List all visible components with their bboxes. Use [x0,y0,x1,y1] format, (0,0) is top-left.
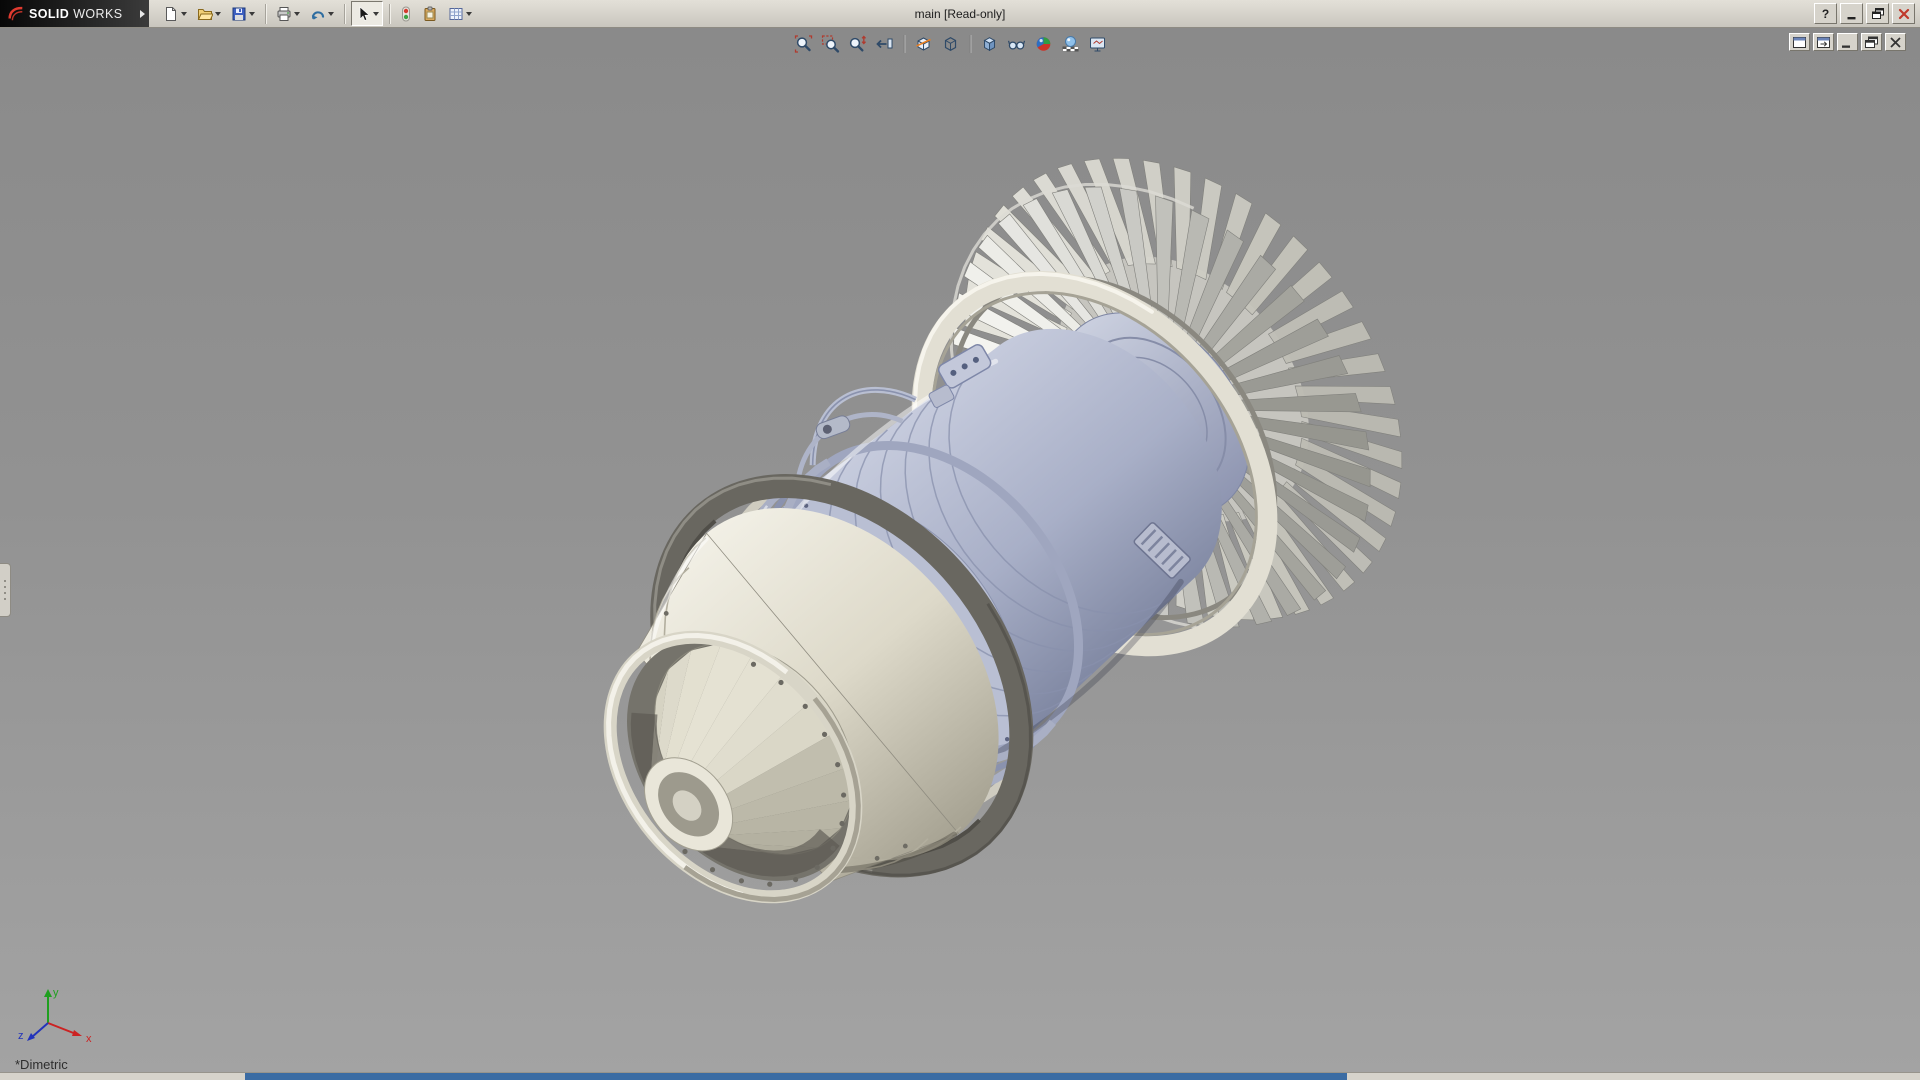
status-bar [0,1072,1920,1080]
selection-filter-button[interactable] [396,1,416,26]
view-orientation-label: *Dimetric [15,1057,68,1072]
restore-icon [1871,7,1885,21]
close-document-button[interactable] [1885,33,1906,51]
triad-z-label: z [18,1030,24,1042]
engine-model [0,27,1920,1073]
minimize-icon [1845,7,1859,21]
apply-scene-icon [1062,35,1080,53]
undo-icon [310,6,326,22]
previous-view-icon [876,35,894,53]
restore-document-icon [1864,36,1879,49]
status-progress-segment [245,1073,1347,1080]
close-document-icon [1888,36,1903,49]
help-button[interactable]: ? [1814,3,1837,24]
zoom-in-out-icon [849,35,867,53]
dropdown-caret[interactable] [249,12,255,16]
toolbar-separator [344,4,345,24]
titlebar: SOLID WORKS [0,0,1920,28]
view-orientation-button[interactable] [940,33,962,55]
splitter-dot [4,580,6,582]
previous-view-button[interactable] [874,33,896,55]
triad-x-arrow [72,1030,82,1036]
save-button[interactable] [227,1,259,26]
toolbar-separator [904,35,905,53]
design-binder-icon [422,6,438,22]
help-label: ? [1822,7,1829,21]
save-icon [231,6,247,22]
splitter-dot [4,598,6,600]
triad-y-label: y [53,987,59,999]
view-orientation-icon [942,35,960,53]
restore-button[interactable] [1866,3,1889,24]
splitter-dot [4,592,6,594]
orientation-triad: x y z [14,983,106,1051]
options-button[interactable] [444,1,476,26]
new-document-button[interactable] [159,1,191,26]
display-style-icon [981,35,999,53]
view-toolbar [793,33,1109,55]
open-button[interactable] [193,1,225,26]
edit-appearance-button[interactable] [1033,33,1055,55]
triad-x-label: x [86,1033,92,1045]
window-controls: ? [1814,3,1915,24]
window-menu-icon [1792,36,1807,49]
select-cursor-icon [355,6,371,22]
window-menu-button[interactable] [1789,33,1810,51]
float-window-icon [1816,36,1831,49]
select-button[interactable] [351,1,383,26]
hide-show-items-icon [1008,35,1026,53]
restore-document-button[interactable] [1861,33,1882,51]
panel-splitter-handle[interactable] [0,563,11,617]
apply-scene-button[interactable] [1060,33,1082,55]
minimize-document-button[interactable] [1837,33,1858,51]
brand-text-bold: SOLID [29,7,69,21]
close-icon [1897,7,1911,21]
print-button[interactable] [272,1,304,26]
dropdown-caret[interactable] [328,12,334,16]
document-window-controls [1789,33,1906,51]
viewport-canvas[interactable]: x y z *Dimetric [0,27,1920,1073]
minimize-button[interactable] [1840,3,1863,24]
section-view-icon [915,35,933,53]
undo-button[interactable] [306,1,338,26]
open-icon [197,6,213,22]
design-binder-button[interactable] [418,1,442,26]
dropdown-caret[interactable] [294,12,300,16]
selection-filter-icon [400,6,412,22]
dropdown-caret[interactable] [373,12,379,16]
section-view-button[interactable] [913,33,935,55]
zoom-in-out-button[interactable] [847,33,869,55]
zoom-to-fit-icon [795,35,813,53]
main-toolbar [149,0,476,27]
brand-text-light: WORKS [73,7,122,21]
view-settings-button[interactable] [1087,33,1109,55]
solidworks-logo[interactable]: SOLID WORKS [0,0,149,27]
view-settings-icon [1089,35,1107,53]
zoom-to-fit-button[interactable] [793,33,815,55]
float-window-button[interactable] [1813,33,1834,51]
solidworks-window: { "titlebar": { "brand_bold": "SOLID", "… [0,0,1920,1080]
minimize-document-icon [1840,36,1855,49]
dropdown-caret[interactable] [181,12,187,16]
close-button[interactable] [1892,3,1915,24]
splitter-dot [4,586,6,588]
zoom-to-area-icon [822,35,840,53]
options-grid-icon [448,6,464,22]
zoom-to-area-button[interactable] [820,33,842,55]
window-title: main [Read-only] [915,7,1006,21]
print-icon [276,6,292,22]
display-style-button[interactable] [979,33,1001,55]
hide-show-items-button[interactable] [1006,33,1028,55]
toolbar-separator [265,4,266,24]
new-document-icon [163,6,179,22]
triad-y-arrow [44,989,52,997]
toolbar-separator [389,4,390,24]
dropdown-caret[interactable] [215,12,221,16]
solidworks-logo-icon [7,5,25,23]
menu-expand-icon[interactable] [140,10,145,18]
toolbar-separator [970,35,971,53]
dropdown-caret[interactable] [466,12,472,16]
edit-appearance-icon [1035,35,1053,53]
